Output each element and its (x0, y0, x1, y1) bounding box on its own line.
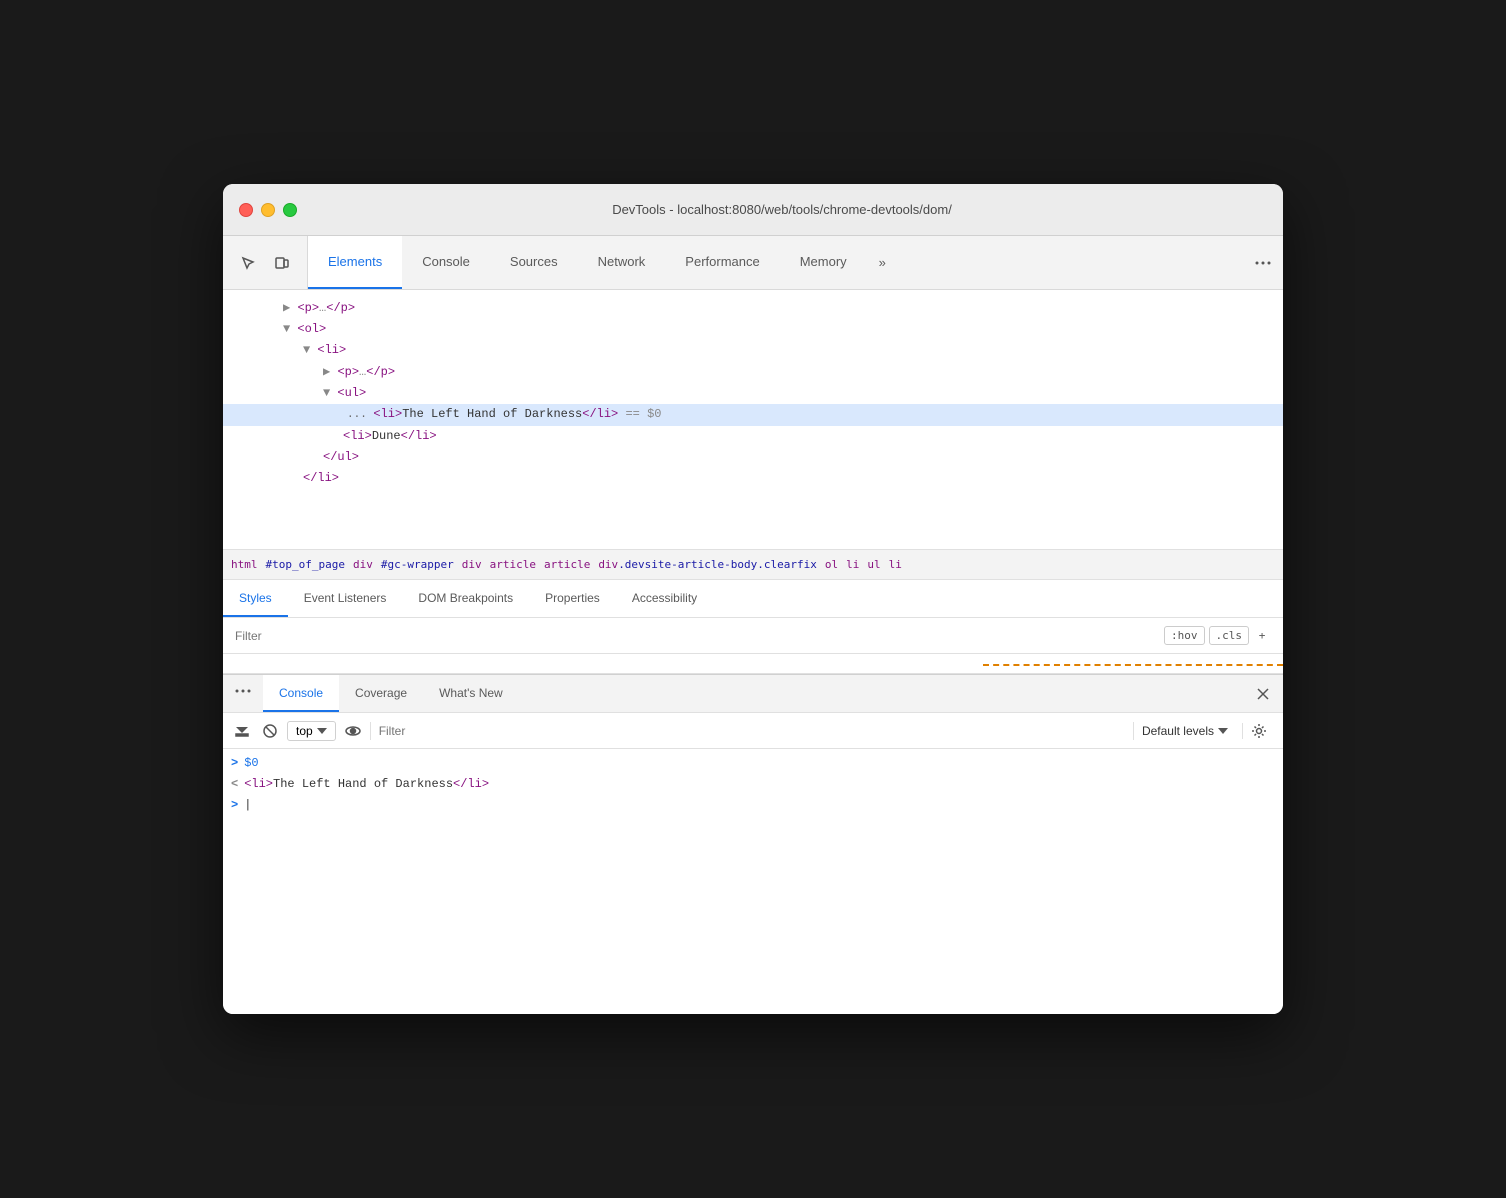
tab-dom-breakpoints[interactable]: DOM Breakpoints (402, 580, 529, 617)
bc-html[interactable]: html (231, 558, 258, 571)
console-drawer-tabbar: Console Coverage What's New (223, 675, 1283, 713)
console-line-input: > $0 (223, 753, 1283, 774)
console-prompt-input: > (231, 754, 238, 773)
titlebar-title: DevTools - localhost:8080/web/tools/chro… (297, 202, 1267, 217)
bc-li2[interactable]: li (889, 558, 902, 571)
context-label: top (296, 724, 313, 738)
bc-ul[interactable]: ul (867, 558, 880, 571)
tab-memory[interactable]: Memory (780, 236, 867, 289)
tab-sources[interactable]: Sources (490, 236, 578, 289)
bc-div-class[interactable]: div.devsite-article-body.clearfix (598, 558, 817, 571)
drawer-close-button[interactable] (1243, 675, 1283, 712)
bc-li1[interactable]: li (846, 558, 859, 571)
context-selector[interactable]: top (287, 721, 336, 741)
tab-more[interactable]: » (867, 236, 898, 289)
dom-node-li-dune[interactable]: <li>Dune</li> (223, 426, 1283, 447)
dom-node-p[interactable]: ▶ <p>…</p> (223, 298, 1283, 319)
filter-bar: :hov .cls + (223, 618, 1283, 654)
bc-ol[interactable]: ol (825, 558, 838, 571)
hov-button[interactable]: :hov (1164, 626, 1205, 645)
clear-console-button[interactable] (231, 720, 253, 742)
inspect-icon[interactable] (235, 250, 261, 276)
tab-properties[interactable]: Properties (529, 580, 616, 617)
console-prompt-output: < (231, 775, 238, 794)
maximize-button[interactable] (283, 203, 297, 217)
console-line-cursor[interactable]: > (223, 795, 1283, 816)
dom-node-ul-close[interactable]: </ul> (223, 447, 1283, 468)
bc-div2[interactable]: div (462, 558, 482, 571)
drawer-menu-icon[interactable] (223, 675, 263, 712)
filter-buttons: :hov .cls + (1164, 626, 1271, 645)
tab-accessibility[interactable]: Accessibility (616, 580, 713, 617)
dom-node-li-close[interactable]: </li> (223, 468, 1283, 489)
add-style-button[interactable]: + (1253, 627, 1271, 645)
drawer-tab-coverage[interactable]: Coverage (339, 675, 423, 712)
tab-event-listeners[interactable]: Event Listeners (288, 580, 403, 617)
eye-icon[interactable] (342, 720, 364, 742)
titlebar: DevTools - localhost:8080/web/tools/chro… (223, 184, 1283, 236)
drawer-tab-console[interactable]: Console (263, 675, 339, 712)
devtools-main-menu[interactable] (1243, 236, 1283, 289)
console-settings-button[interactable] (1242, 723, 1275, 739)
console-filter-input[interactable] (370, 722, 1127, 740)
devtools-icon-group (223, 236, 308, 289)
tab-network[interactable]: Network (578, 236, 666, 289)
console-cursor[interactable] (244, 796, 251, 815)
dom-node-p2[interactable]: ▶ <p>…</p> (223, 362, 1283, 383)
bc-div1[interactable]: div (353, 558, 373, 571)
levels-label: Default levels (1142, 724, 1214, 738)
traffic-lights (239, 203, 297, 217)
dom-node-ul[interactable]: ▼ <ul> (223, 383, 1283, 404)
console-line-output: < <li>The Left Hand of Darkness</li> (223, 774, 1283, 795)
console-toolbar: top Default levels (223, 713, 1283, 749)
bc-article1[interactable]: article (490, 558, 536, 571)
cls-button[interactable]: .cls (1209, 626, 1250, 645)
console-text-li: <li>The Left Hand of Darkness</li> (244, 775, 489, 794)
bc-top-of-page[interactable]: #top_of_page (266, 558, 345, 571)
tab-styles[interactable]: Styles (223, 580, 288, 617)
console-prompt-cursor: > (231, 796, 238, 815)
devtools-tabbar: Elements Console Sources Network Perform… (223, 236, 1283, 290)
devtools-window: DevTools - localhost:8080/web/tools/chro… (223, 184, 1283, 1014)
drawer-tab-whats-new[interactable]: What's New (423, 675, 519, 712)
dom-tree: ▶ <p>…</p> ▼ <ol> ▼ <li> ▶ <p>…</p> ▼ <u… (223, 290, 1283, 550)
console-output: > $0 < <li>The Left Hand of Darkness</li… (223, 749, 1283, 1014)
bc-article2[interactable]: article (544, 558, 590, 571)
tab-performance[interactable]: Performance (665, 236, 779, 289)
console-drawer: Console Coverage What's New (223, 674, 1283, 1014)
styles-tabbar: Styles Event Listeners DOM Breakpoints P… (223, 580, 1283, 618)
devtools-tabs: Elements Console Sources Network Perform… (308, 236, 1243, 289)
tab-elements[interactable]: Elements (308, 236, 402, 289)
styles-separator (983, 664, 1283, 666)
styles-content (223, 654, 1283, 674)
dom-node-li[interactable]: ▼ <li> (223, 340, 1283, 361)
console-text-dollar0: $0 (244, 754, 258, 773)
close-button[interactable] (239, 203, 253, 217)
minimize-button[interactable] (261, 203, 275, 217)
filter-input[interactable] (235, 629, 1156, 643)
tab-console[interactable]: Console (402, 236, 490, 289)
levels-dropdown[interactable]: Default levels (1133, 722, 1236, 740)
dom-node-ol[interactable]: ▼ <ol> (223, 319, 1283, 340)
breadcrumb: html #top_of_page div #gc-wrapper div ar… (223, 550, 1283, 580)
device-toolbar-icon[interactable] (269, 250, 295, 276)
block-icon[interactable] (259, 720, 281, 742)
dom-node-li-darkness[interactable]: ... <li>The Left Hand of Darkness</li> =… (223, 404, 1283, 426)
bc-gc-wrapper[interactable]: #gc-wrapper (381, 558, 454, 571)
